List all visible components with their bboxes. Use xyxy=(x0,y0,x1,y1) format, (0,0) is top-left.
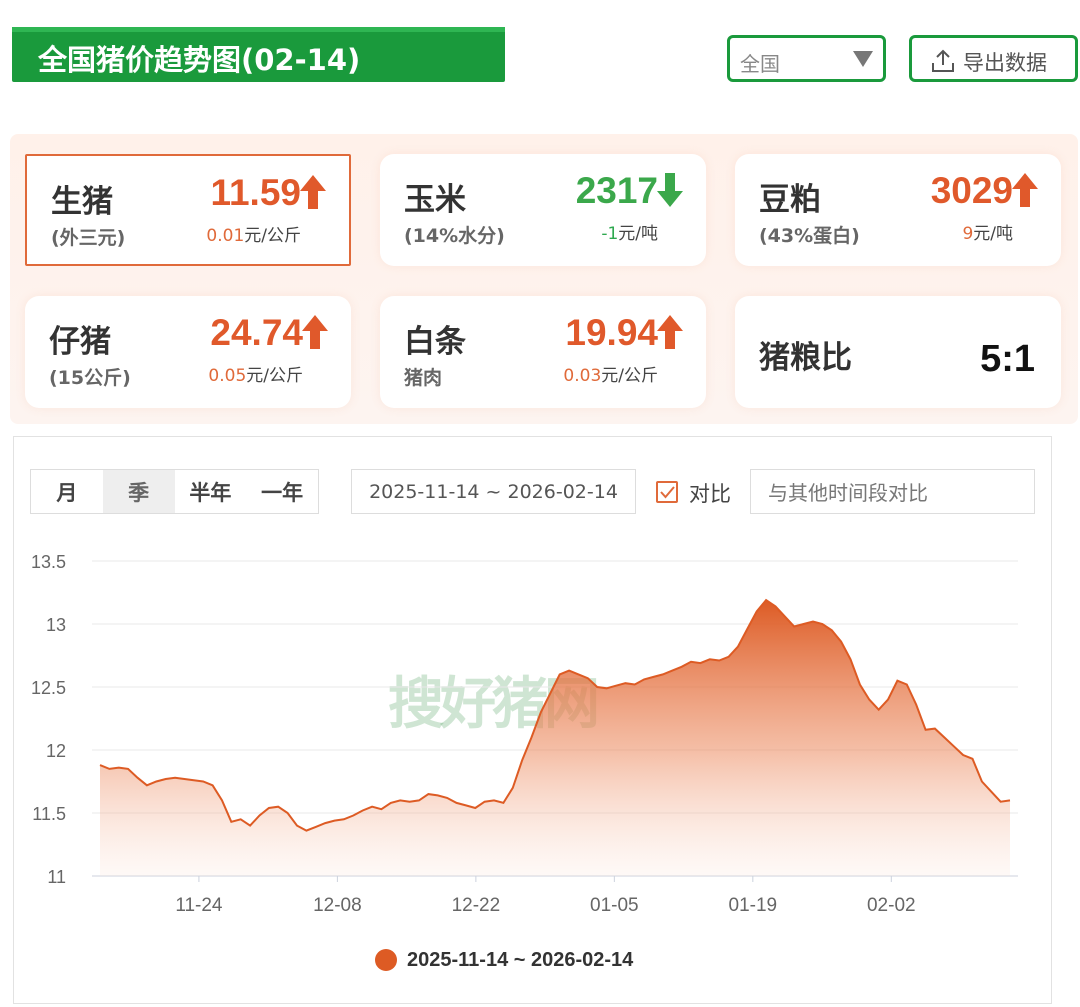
tab-year[interactable]: 一年 xyxy=(246,470,318,513)
card-sub: 猪肉 xyxy=(404,367,443,389)
card-price: 11.59 xyxy=(210,172,301,213)
chart-legend: 2025-11-14 ~ 2026-02-14 xyxy=(375,946,633,974)
legend-dot xyxy=(375,949,397,971)
card-name: 生猪 xyxy=(51,184,113,220)
arrow-down-icon xyxy=(657,173,683,207)
arrow-up-icon xyxy=(302,315,328,349)
card-change: 0.03元/公斤 xyxy=(563,366,658,386)
period-tabs: 月 季 半年 一年 xyxy=(30,469,319,514)
card-name: 仔猪 xyxy=(49,324,111,360)
arrow-up-icon xyxy=(1012,173,1038,207)
export-data-label: 导出数据 xyxy=(963,51,1047,75)
card-name: 猪粮比 xyxy=(759,340,852,376)
region-select[interactable]: 全国 xyxy=(727,35,886,82)
card-sub: (外三元) xyxy=(51,227,126,249)
card-price: 24.74 xyxy=(210,312,303,353)
arrow-up-icon xyxy=(657,315,683,349)
compare-period-input[interactable]: 与其他时间段对比 xyxy=(750,469,1035,514)
tab-month[interactable]: 月 xyxy=(31,470,103,513)
arrow-up-icon xyxy=(300,175,326,209)
card-sub: (14%水分) xyxy=(404,225,505,247)
tab-quarter[interactable]: 季 xyxy=(102,470,175,513)
check-icon xyxy=(660,486,675,499)
card-price: 19.94 xyxy=(565,312,658,353)
card-change: 9元/吨 xyxy=(962,224,1013,244)
card-name: 白条 xyxy=(404,324,466,360)
price-card-soymeal[interactable]: 豆粕 (43%蛋白) 3029 9元/吨 xyxy=(735,154,1061,266)
card-name: 玉米 xyxy=(404,182,466,218)
title-banner: 全国猪价趋势图(02-14) xyxy=(12,27,505,82)
price-card-corn[interactable]: 玉米 (14%水分) 2317 -1元/吨 xyxy=(380,154,706,266)
card-price: 3029 xyxy=(930,170,1013,211)
price-card-piglet[interactable]: 仔猪 (15公斤) 24.74 0.05元/公斤 xyxy=(25,296,351,408)
price-card-hog-grain-ratio[interactable]: 猪粮比 5:1 xyxy=(735,296,1061,408)
card-sub: (15公斤) xyxy=(49,367,131,389)
card-sub: (43%蛋白) xyxy=(759,225,860,247)
export-data-button[interactable]: 导出数据 xyxy=(909,35,1078,82)
chevron-down-icon xyxy=(853,51,873,67)
region-select-value: 全国 xyxy=(740,52,780,76)
legend-label: 2025-11-14 ~ 2026-02-14 xyxy=(407,948,634,971)
card-name: 豆粕 xyxy=(759,182,821,218)
compare-checkbox[interactable] xyxy=(656,481,678,503)
upload-icon xyxy=(932,49,954,72)
price-card-pork-carcass[interactable]: 白条 猪肉 19.94 0.03元/公斤 xyxy=(380,296,706,408)
page-title: 全国猪价趋势图(02-14) xyxy=(38,43,361,77)
tab-half-year[interactable]: 半年 xyxy=(175,470,247,513)
card-change: 0.01元/公斤 xyxy=(206,226,301,246)
card-change: 0.05元/公斤 xyxy=(208,366,303,386)
card-price: 2317 xyxy=(575,170,658,211)
card-ratio: 5:1 xyxy=(980,338,1035,380)
watermark: 搜好猪网 xyxy=(388,672,600,737)
date-range-input[interactable]: 2025-11-14 ~ 2026-02-14 xyxy=(351,469,636,514)
compare-label: 对比 xyxy=(689,482,731,506)
price-card-live-hog[interactable]: 生猪 (外三元) 11.59 0.01元/公斤 xyxy=(25,154,351,266)
card-change: -1元/吨 xyxy=(601,224,658,244)
